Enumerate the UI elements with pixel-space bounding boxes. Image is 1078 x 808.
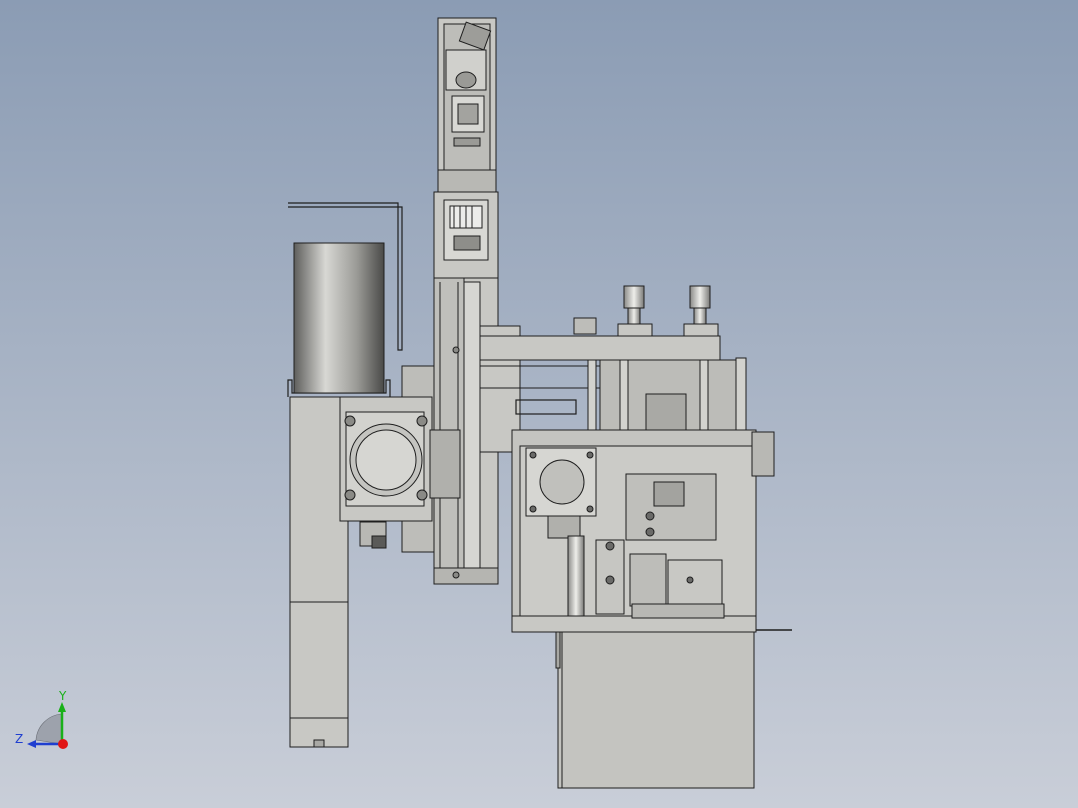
coupling-housing[interactable] [433,191,499,279]
collection-bin[interactable] [555,631,755,789]
cylindrical-drum[interactable] [293,242,385,394]
left-column-base[interactable] [289,396,349,748]
servo-motor-top[interactable] [437,17,497,193]
x-axis-dot-icon [58,739,68,749]
cad-graphics-viewport[interactable]: Y Z [0,0,1078,808]
triad-z-label: Z [15,732,23,746]
viewport-background [0,0,1078,808]
assembly-drawing: Y Z [0,0,1078,808]
triad-y-label: Y [58,689,67,703]
